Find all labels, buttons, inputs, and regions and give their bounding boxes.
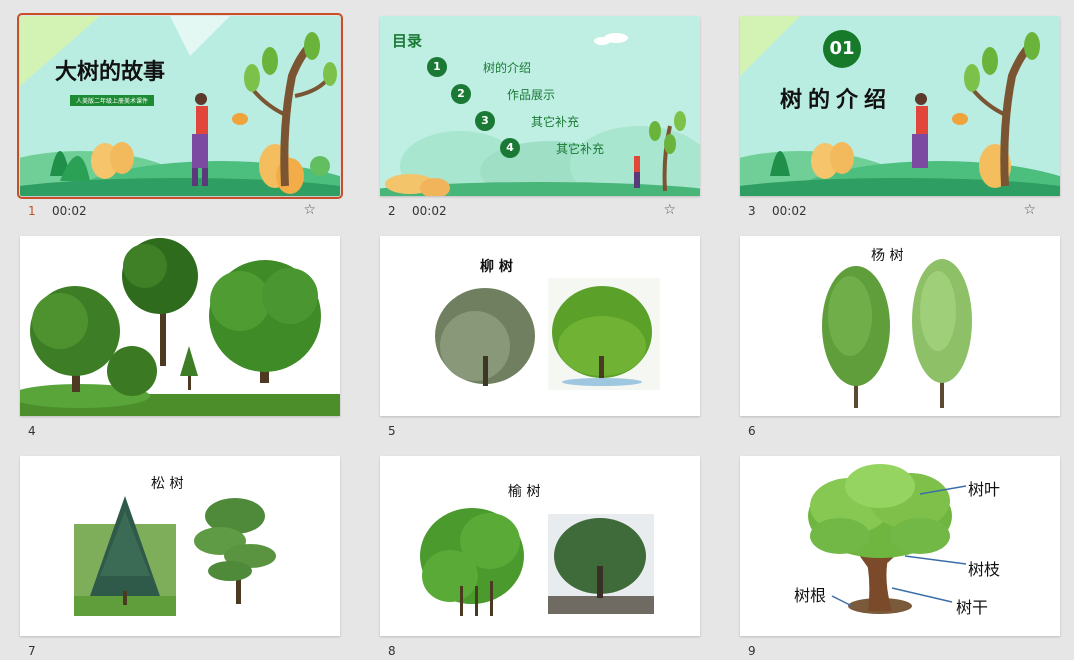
- toc-number-2: 2: [451, 84, 471, 104]
- toc-heading: 目录: [392, 32, 423, 50]
- slide-number: 2: [388, 204, 396, 218]
- slide-5-meta: 5: [388, 424, 694, 440]
- slide-2-meta: 2 00:02 ☆: [388, 202, 694, 220]
- slide-9-canvas[interactable]: 树叶 树枝 树根 树干: [740, 456, 1060, 636]
- section-number-badge: 01: [823, 30, 861, 68]
- slide-number: 7: [28, 644, 36, 658]
- slide-2-illustration: [380, 33, 700, 196]
- slide-number: 8: [388, 644, 396, 658]
- slide-9-meta: 9: [748, 644, 1054, 660]
- slide-5-canvas[interactable]: 柳 树: [380, 236, 700, 416]
- slide-number: 9: [748, 644, 756, 658]
- toc-number-1: 1: [427, 57, 447, 77]
- slide-8-meta: 8: [388, 644, 694, 660]
- slide-3-title: 树的介绍: [780, 88, 893, 113]
- slide-timing: 00:02: [772, 204, 807, 218]
- toc-item-3: 其它补充: [531, 115, 580, 129]
- slide-8-canvas[interactable]: 榆 树: [380, 456, 700, 636]
- slide-5-willow-photos: [430, 278, 660, 394]
- toc-number-4: 4: [500, 138, 520, 158]
- slide-4-trees-photo: [20, 238, 340, 416]
- slide-3-meta: 3 00:02 ☆: [748, 202, 1054, 220]
- slide-1-meta: 1 00:02 ☆: [28, 202, 334, 220]
- slide-6-title: 杨 树: [871, 248, 904, 264]
- star-icon[interactable]: ☆: [303, 202, 316, 218]
- slide-2-canvas[interactable]: 目录 1 树的介绍 2 作品展示 3 其它补充 4 其它补充: [380, 16, 700, 196]
- slide-1-subtitle: 人美版二年级上册美术课件: [70, 95, 155, 106]
- slide-number: 4: [28, 424, 36, 438]
- slide-1-canvas[interactable]: 大树的故事 人美版二年级上册美术课件: [17, 13, 343, 199]
- slide-sorter-grid: 大树的故事 人美版二年级上册美术课件 1 00:02 ☆ 目录 1 树的介绍 2…: [0, 0, 1074, 658]
- slide-6-canvas[interactable]: 杨 树: [740, 236, 1060, 416]
- toc-item-2: 作品展示: [507, 88, 556, 102]
- slide-5-title: 柳 树: [480, 259, 513, 275]
- star-icon[interactable]: ☆: [663, 202, 676, 218]
- slide-1-title: 大树的故事: [55, 60, 166, 85]
- slide-4-meta: 4: [28, 424, 334, 440]
- slide-number: 6: [748, 424, 756, 438]
- slide-8-title: 榆 树: [508, 484, 541, 500]
- slide-timing: 00:02: [52, 204, 87, 218]
- label-root: 树根: [794, 586, 827, 605]
- slide-9-tree-diagram: [808, 464, 967, 614]
- label-trunk: 树干: [956, 598, 989, 617]
- slide-6-meta: 6: [748, 424, 1054, 440]
- slide-timing: 00:02: [412, 204, 447, 218]
- label-branch: 树枝: [968, 560, 1001, 579]
- toc-item-4: 其它补充: [556, 142, 605, 156]
- slide-7-meta: 7: [28, 644, 334, 660]
- slide-4-canvas[interactable]: [20, 236, 340, 416]
- slide-number: 1: [28, 204, 36, 218]
- slide-3-canvas[interactable]: 01 树的介绍: [740, 16, 1060, 196]
- star-icon[interactable]: ☆: [1023, 202, 1036, 218]
- slide-number: 5: [388, 424, 396, 438]
- slide-7-title: 松 树: [151, 476, 184, 492]
- slide-7-canvas[interactable]: 松 树: [20, 456, 340, 636]
- toc-item-1: 树的介绍: [483, 61, 532, 75]
- slide-number: 3: [748, 204, 756, 218]
- slide-1-illustration: [20, 16, 340, 196]
- toc-number-3: 3: [475, 111, 495, 131]
- label-leaf: 树叶: [968, 480, 1001, 499]
